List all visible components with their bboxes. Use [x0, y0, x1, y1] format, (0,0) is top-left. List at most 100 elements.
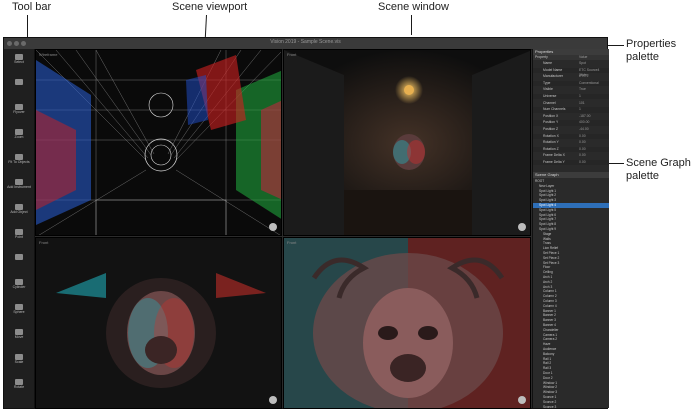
property-value[interactable]: Spot: [579, 61, 586, 66]
tool-fit-to-objects[interactable]: Fit To Objects: [4, 153, 34, 168]
property-name: Position Z: [543, 127, 559, 131]
property-row[interactable]: Rotation X 0.00: [533, 133, 609, 139]
scene-graph-palette-title: Scene Graph: [535, 172, 559, 177]
property-name: Name: [543, 61, 553, 65]
scene-viewport-wireframe[interactable]: Wireframe: [35, 49, 282, 236]
scene-viewport-render[interactable]: Front: [283, 49, 531, 236]
scene-graph-palette-leader: [608, 163, 624, 164]
property-name: Rotation X: [543, 133, 559, 138]
property-row[interactable]: Manufacturer ETC: [533, 74, 609, 79]
property-row[interactable]: Position Y 400.00: [533, 120, 609, 126]
scene-viewport-lion-close[interactable]: Front: [283, 237, 531, 409]
tool-sphere[interactable]: Sphere: [4, 303, 34, 318]
line-icon: [15, 254, 23, 260]
property-name: Position Y: [543, 120, 559, 125]
property-name: Type: [543, 80, 551, 85]
property-row[interactable]: Position X -187.00: [533, 114, 609, 119]
property-value[interactable]: 0.00: [579, 160, 586, 165]
tool-add-object[interactable]: Add Object: [4, 203, 34, 218]
tool-scale[interactable]: Scale: [4, 353, 34, 368]
tool-label: Zoom: [14, 135, 24, 139]
property-row[interactable]: Rotation Y 0.00: [533, 140, 609, 145]
tool-label: Rotate: [13, 385, 25, 389]
vision-logo-icon: [269, 223, 277, 231]
tool-label: Select: [14, 60, 24, 64]
property-value[interactable]: 1: [579, 107, 581, 112]
viewport-label: Front: [287, 52, 297, 57]
scene-graph-palette-callout-line1: Scene Graph: [626, 157, 691, 169]
property-value[interactable]: 0.00: [579, 140, 586, 145]
tool-cylinder[interactable]: Cylinder: [4, 278, 34, 293]
property-value[interactable]: ETC: [579, 74, 586, 79]
property-value[interactable]: True: [579, 87, 586, 92]
viewport-label: Front: [39, 240, 49, 245]
tool-bar-callout: Tool bar: [12, 1, 52, 13]
scene-graph-palette-callout-line2: palette: [626, 170, 660, 182]
property-value[interactable]: 0.00: [579, 147, 586, 152]
tool-bar: Select Flyover Zoom Fit To Objects Add Instr…: [4, 49, 35, 408]
property-name: Num Channels: [543, 107, 566, 112]
window-title: Vision 2019 - Sample Scene.vis: [270, 39, 341, 45]
property-row[interactable]: Frame Delta Y 0.00: [533, 160, 609, 166]
scene-viewport-lion-wide[interactable]: Front: [35, 237, 282, 409]
properties-palette-callout-line2: palette: [626, 51, 660, 63]
scene-viewport-callout: Scene viewport: [172, 1, 248, 13]
tool-move[interactable]: Move: [4, 328, 34, 343]
property-value[interactable]: 1: [579, 94, 581, 99]
tool-button-8[interactable]: [4, 253, 34, 268]
properties-palette-leader: [608, 45, 624, 46]
scene-window-callout: Scene window: [378, 1, 449, 13]
tool-label: Move: [14, 335, 24, 339]
property-name: Manufacturer: [543, 74, 563, 79]
tool-add-instrument[interactable]: Add Instrument: [4, 178, 34, 193]
scene-graph-palette-callout: Scene Graph palette: [626, 157, 691, 183]
property-row[interactable]: Frame Delta X 0.00: [533, 153, 609, 158]
property-name: Channel: [543, 100, 556, 105]
lion-close-render: [284, 238, 530, 408]
scene-graph-item[interactable]: Sconce 3: [533, 405, 609, 408]
tool-flyover[interactable]: Flyover: [4, 103, 34, 118]
properties-column-header: Property Value: [533, 55, 609, 61]
property-row[interactable]: Channel 101: [533, 101, 609, 106]
tool-rotate[interactable]: Rotate: [4, 378, 34, 393]
property-value[interactable]: 0.00: [579, 153, 586, 158]
property-value[interactable]: 0.00: [579, 134, 586, 139]
tool-label: Point: [15, 235, 23, 239]
property-row[interactable]: Position Z -44.00: [533, 127, 609, 132]
property-value[interactable]: Conventional: [579, 81, 599, 86]
property-value[interactable]: -187.00: [579, 114, 591, 119]
tool-label: Sphere: [13, 310, 25, 314]
tool-label: Flyover: [13, 110, 25, 114]
property-name: Position X: [543, 113, 559, 118]
property-row[interactable]: Num Channels 1: [533, 107, 609, 113]
property-row[interactable]: Model Name ETC Source4 36deg: [533, 67, 609, 77]
stage-render: [284, 50, 530, 235]
viewport-label: Wireframe: [39, 52, 58, 57]
property-row[interactable]: Name Spot: [533, 61, 609, 66]
property-name: Frame Delta Y: [543, 160, 565, 164]
property-name: Model Name: [543, 67, 563, 72]
scene-window-leader: [411, 15, 412, 35]
scene-graph-palette-header: Scene Graph: [533, 172, 609, 178]
vision-logo-icon: [269, 396, 277, 404]
tool-label: Cylinder: [12, 285, 26, 289]
orbit-icon: [15, 79, 23, 85]
properties-palette-title: Properties: [535, 49, 554, 54]
value-column-label: Value: [579, 55, 588, 59]
tool-select[interactable]: Select: [4, 53, 34, 68]
viewport-label: Front: [287, 240, 297, 245]
tool-button-1[interactable]: [4, 78, 34, 93]
property-name: Rotation Z: [543, 146, 559, 151]
tool-zoom[interactable]: Zoom: [4, 128, 34, 143]
right-panel: Properties Property Value Name Spot Model …: [532, 49, 609, 408]
property-value[interactable]: 101: [579, 101, 585, 106]
property-column-label: Property: [535, 55, 548, 59]
property-value[interactable]: -44.00: [579, 127, 589, 132]
property-row[interactable]: Universe 1: [533, 94, 609, 100]
tool-label: Add Object: [10, 210, 28, 214]
property-row[interactable]: Visible True: [533, 87, 609, 92]
property-row[interactable]: Rotation Z 0.00: [533, 146, 609, 153]
property-row[interactable]: Type Conventional: [533, 80, 609, 87]
tool-point[interactable]: Point: [4, 228, 34, 243]
property-value[interactable]: 400.00: [579, 120, 589, 125]
